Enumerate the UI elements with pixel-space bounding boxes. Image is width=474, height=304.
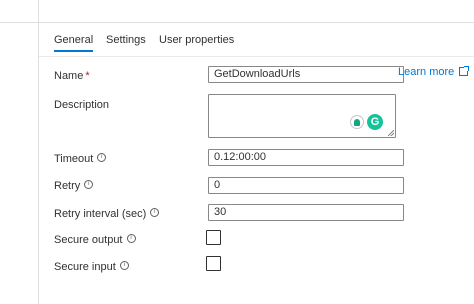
left-rail-divider: [38, 0, 39, 304]
retry-interval-label-text: Retry interval (sec): [54, 208, 147, 220]
grammarly-icon[interactable]: G: [367, 114, 383, 130]
retry-interval-label: Retry interval (sec) i: [54, 207, 160, 221]
suggestion-bulb-icon[interactable]: [350, 115, 364, 129]
resize-handle-icon[interactable]: [388, 130, 394, 136]
retry-label: Retry i: [54, 179, 94, 193]
tab-user-properties[interactable]: User properties: [159, 32, 234, 48]
info-icon[interactable]: i: [119, 261, 129, 270]
retry-interval-input[interactable]: 30: [208, 204, 404, 221]
timeout-label: Timeout i: [54, 152, 107, 166]
external-link-icon: [459, 66, 470, 76]
tab-bar-divider: [39, 56, 474, 57]
learn-more-link[interactable]: Learn more: [398, 66, 470, 78]
info-icon[interactable]: i: [150, 208, 160, 217]
description-label: Description: [54, 99, 110, 111]
info-icon[interactable]: i: [84, 180, 94, 189]
info-icon[interactable]: i: [97, 153, 107, 162]
secure-output-label: Secure output i: [54, 233, 136, 247]
name-label: Name *: [54, 69, 90, 83]
secure-output-checkbox[interactable]: [206, 230, 221, 245]
secure-input-label: Secure input i: [54, 260, 129, 274]
name-label-text: Name: [54, 70, 84, 82]
description-textarea[interactable]: G: [208, 94, 396, 138]
retry-label-text: Retry: [54, 180, 81, 192]
tab-settings[interactable]: Settings: [106, 32, 146, 48]
header-strip: [0, 0, 474, 23]
secure-input-label-text: Secure input: [54, 261, 116, 273]
retry-input[interactable]: 0: [208, 177, 404, 194]
learn-more-text: Learn more: [398, 66, 455, 78]
tab-general[interactable]: General: [54, 32, 94, 52]
timeout-label-text: Timeout: [54, 153, 94, 165]
secure-input-checkbox[interactable]: [206, 256, 221, 271]
info-icon[interactable]: i: [126, 234, 136, 243]
name-input[interactable]: GetDownloadUrls: [208, 66, 404, 83]
required-marker: *: [85, 70, 90, 82]
timeout-input[interactable]: 0.12:00:00: [208, 149, 404, 166]
secure-output-label-text: Secure output: [54, 234, 123, 246]
